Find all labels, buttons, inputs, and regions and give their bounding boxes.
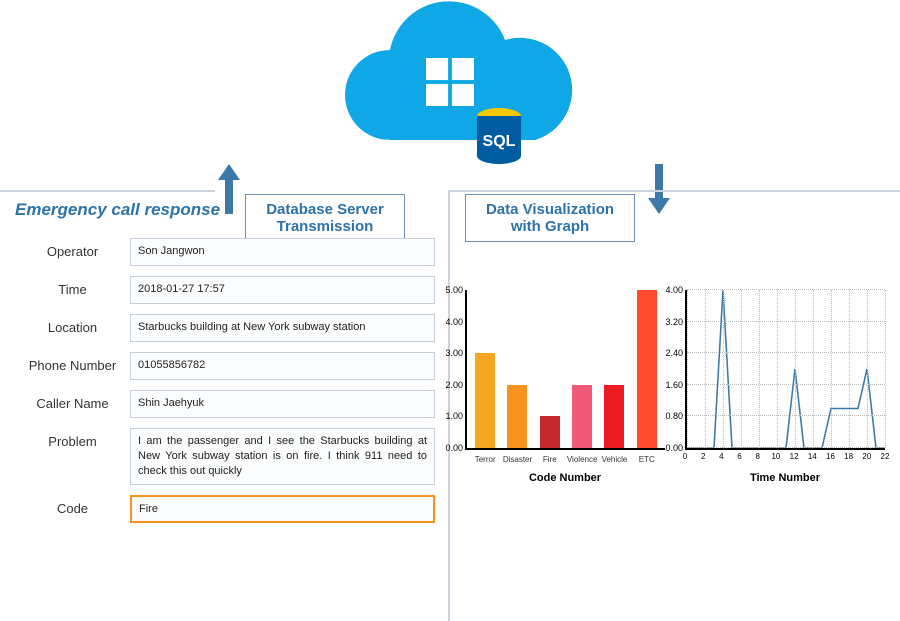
code-label: Code: [15, 495, 130, 516]
form-row-phone: Phone Number 01055856782: [15, 352, 435, 380]
form-title: Emergency call response: [15, 200, 435, 220]
caller-label: Caller Name: [15, 390, 130, 411]
chart-panel: 0.001.002.003.004.005.00 TerrorDisasterF…: [465, 290, 885, 484]
location-field[interactable]: Starbucks building at New York subway st…: [130, 314, 435, 342]
label-line: with Graph: [478, 218, 622, 235]
windows-logo-icon: [426, 58, 474, 106]
location-label: Location: [15, 314, 130, 335]
problem-label: Problem: [15, 428, 130, 449]
bar-chart-title: Code Number: [465, 472, 665, 484]
code-field[interactable]: Fire: [130, 495, 435, 524]
bar-fire: Fire: [540, 290, 560, 448]
label-line: Data Visualization: [478, 201, 622, 218]
operator-label: Operator: [15, 238, 130, 259]
azure-brand-text: Azure: [376, 133, 465, 169]
phone-field[interactable]: 01055856782: [130, 352, 435, 380]
emergency-form-panel: Emergency call response Operator Son Jan…: [15, 200, 435, 533]
bar-vehicle: Vehicle: [604, 290, 624, 448]
svg-text:SQL: SQL: [482, 133, 515, 150]
divider: [450, 190, 900, 192]
caller-field[interactable]: Shin Jaehyuk: [130, 390, 435, 418]
data-viz-label: Data Visualization with Graph: [465, 194, 635, 242]
form-row-operator: Operator Son Jangwon: [15, 238, 435, 266]
form-row-time: Time 2018-01-27 17:57: [15, 276, 435, 304]
phone-label: Phone Number: [15, 352, 130, 373]
operator-field[interactable]: Son Jangwon: [130, 238, 435, 266]
form-row-code: Code Fire: [15, 495, 435, 524]
bar-etc: ETC: [637, 290, 657, 448]
bar-terror: Terror: [475, 290, 495, 448]
bar-violence: Violence: [572, 290, 592, 448]
azure-cloud: Azure SQL: [310, 0, 590, 175]
line-chart-title: Time Number: [685, 472, 885, 484]
form-row-location: Location Starbucks building at New York …: [15, 314, 435, 342]
divider: [0, 190, 215, 192]
time-label: Time: [15, 276, 130, 297]
line-chart: 0.000.801.602.403.204.00 024681012141618…: [685, 290, 885, 484]
form-row-problem: Problem I am the passenger and I see the…: [15, 428, 435, 485]
bar-chart: 0.001.002.003.004.005.00 TerrorDisasterF…: [465, 290, 665, 484]
form-row-caller: Caller Name Shin Jaehyuk: [15, 390, 435, 418]
time-field[interactable]: 2018-01-27 17:57: [130, 276, 435, 304]
sql-db-icon: SQL: [474, 108, 524, 175]
problem-field[interactable]: I am the passenger and I see the Starbuc…: [130, 428, 435, 485]
bar-disaster: Disaster: [507, 290, 527, 448]
